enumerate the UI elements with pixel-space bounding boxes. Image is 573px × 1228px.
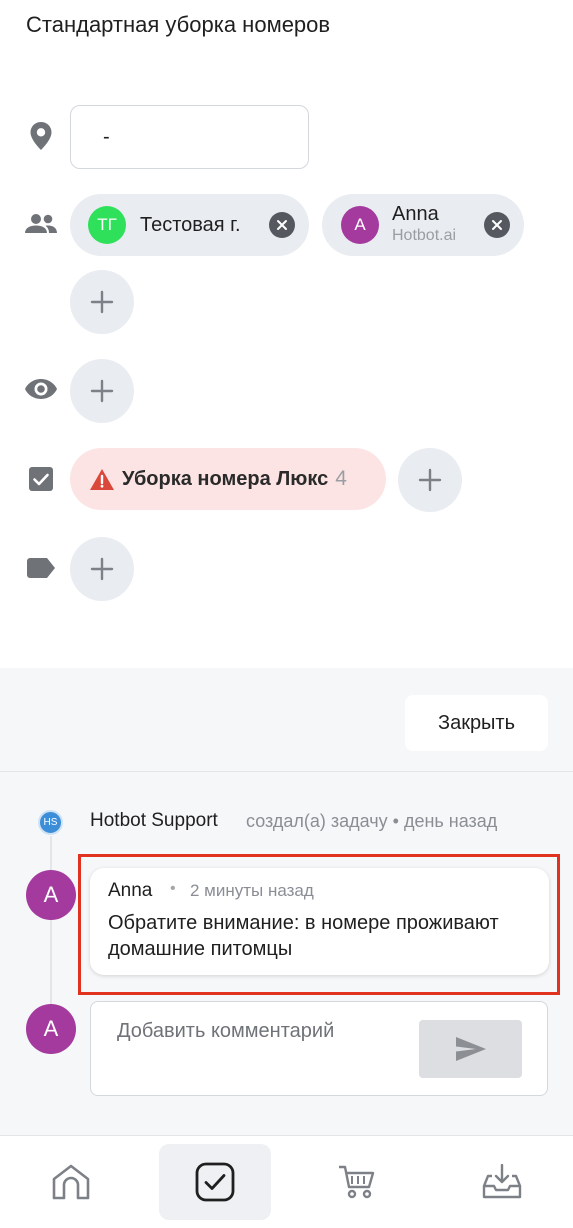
comment-placeholder: Добавить комментарий [117, 1020, 335, 1042]
plus-icon [90, 557, 114, 581]
location-pin-icon [24, 119, 58, 153]
comment-author: Anna [108, 880, 153, 901]
current-user-avatar: A [26, 1004, 76, 1054]
assignee-name: Anna [392, 203, 439, 225]
comment-input[interactable]: Добавить комментарий [90, 1001, 548, 1096]
comment-time: 2 минуты назад [190, 881, 314, 900]
log-author: Hotbot Support [90, 810, 218, 831]
send-button[interactable] [419, 1020, 522, 1078]
nav-shop[interactable] [302, 1144, 414, 1220]
add-tag-button[interactable] [70, 537, 134, 601]
home-icon [52, 1164, 90, 1200]
comment-card[interactable]: Anna • 2 минуты назад Обратите внимание:… [90, 868, 549, 975]
checklist-label: Уборка номера Люкс [122, 467, 329, 490]
people-icon [24, 207, 58, 241]
close-button[interactable]: Закрыть [405, 695, 548, 751]
warning-icon [90, 468, 114, 490]
tag-icon [24, 551, 58, 585]
send-icon [455, 1037, 486, 1061]
eye-icon [24, 372, 58, 406]
add-watcher-button[interactable] [70, 359, 134, 423]
avatar: ТГ [88, 206, 126, 244]
nav-inbox[interactable] [446, 1144, 558, 1220]
divider [0, 771, 573, 772]
checkbox-icon [24, 462, 58, 496]
add-assignee-button[interactable] [70, 270, 134, 334]
comment-avatar: A [26, 870, 76, 920]
remove-assignee-icon[interactable] [269, 212, 295, 238]
location-value: - [103, 125, 110, 148]
assignee-chip[interactable]: ТГ Тестовая г. [70, 194, 309, 256]
log-action: создал(а) задачу • день назад [246, 811, 498, 831]
cart-icon [339, 1165, 375, 1199]
checklist-chip[interactable]: Уборка номера Люкс 4 [70, 448, 386, 510]
timeline-line [50, 836, 52, 1016]
tasks-check-icon [195, 1162, 235, 1202]
assignee-chip[interactable]: A Anna Hotbot.ai [322, 194, 524, 256]
support-avatar: HS [38, 810, 63, 835]
plus-icon [90, 290, 114, 314]
checklist-count: 4 [335, 467, 347, 490]
task-title: Стандартная уборка номеров [26, 12, 331, 37]
nav-tasks[interactable] [159, 1144, 271, 1220]
avatar: A [341, 206, 379, 244]
plus-icon [418, 468, 442, 492]
bottom-nav [0, 1135, 573, 1228]
remove-assignee-icon[interactable] [484, 212, 510, 238]
nav-home[interactable] [15, 1144, 127, 1220]
inbox-download-icon [482, 1164, 522, 1199]
add-checklist-button[interactable] [398, 448, 462, 512]
location-field[interactable]: - [70, 105, 309, 169]
comment-text: Обратите внимание: в номере проживают до… [108, 912, 499, 960]
assignee-org: Hotbot.ai [392, 227, 457, 244]
assignee-name: Тестовая г. [140, 213, 241, 236]
plus-icon [90, 379, 114, 403]
comment-separator: • [170, 880, 176, 897]
